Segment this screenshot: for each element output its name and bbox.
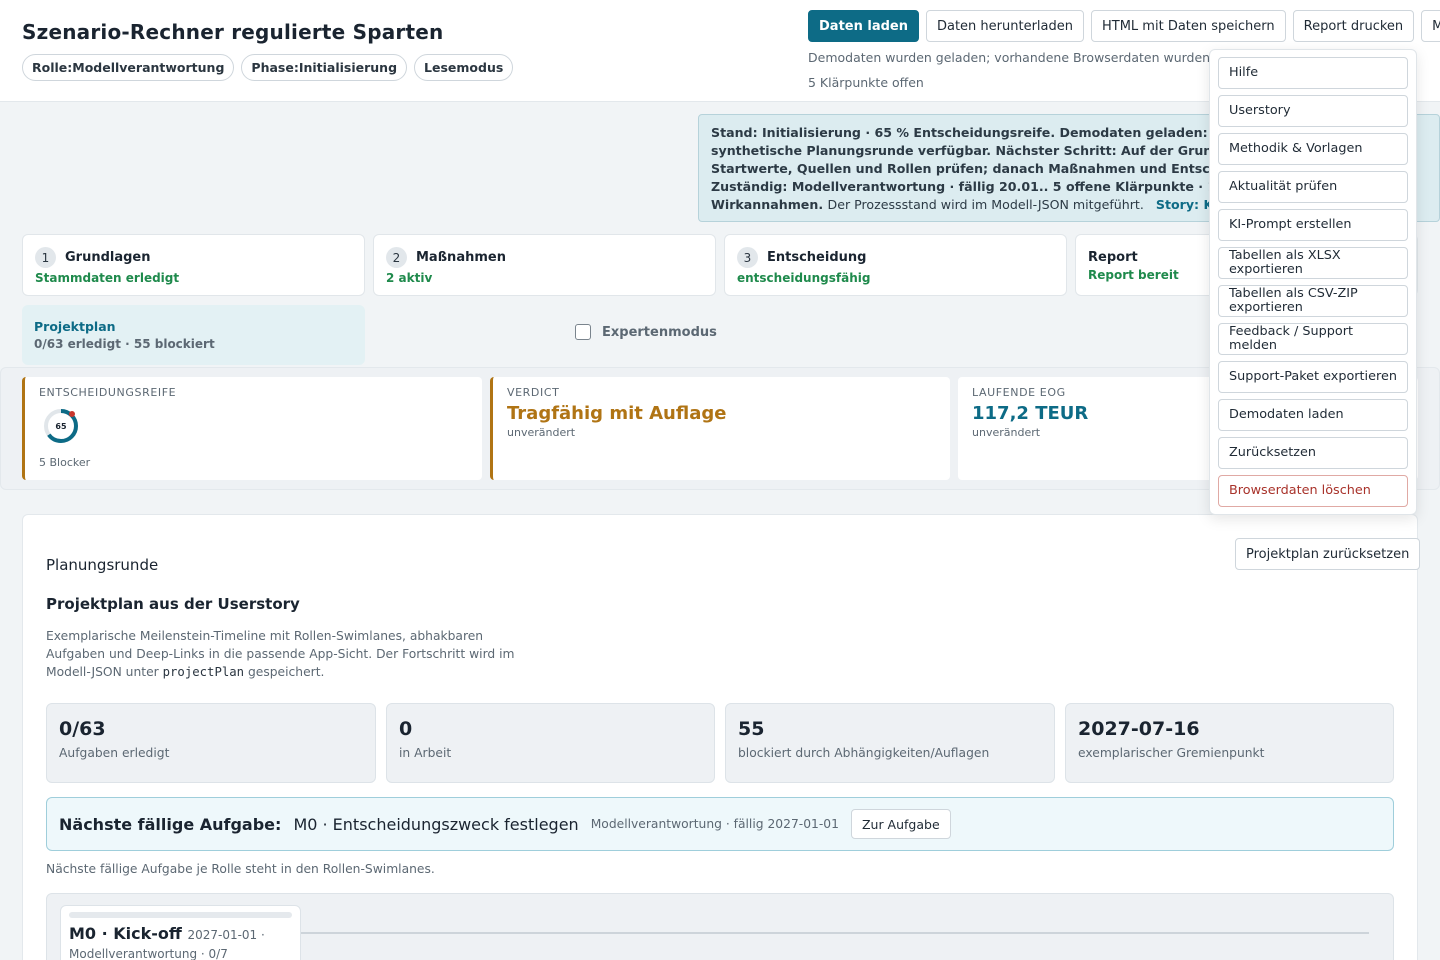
expert-mode-checkbox[interactable] <box>575 324 591 340</box>
milestone-name: M0 · Kick-off <box>69 924 182 943</box>
stat-committee-date: 2027-07-16 exemplarischer Gremienpunkt <box>1065 703 1394 783</box>
milestone-card[interactable]: M0 · Kick-off 2027-01-01 · Modellverantw… <box>60 905 301 960</box>
menu-item-feedback[interactable]: Feedback / Support melden <box>1218 323 1408 355</box>
kpi-label: Verdict <box>507 386 560 399</box>
menu-item-load-demo[interactable]: Demodaten laden <box>1218 399 1408 431</box>
status-line-5-bold: Wirkannahmen. <box>711 197 824 212</box>
menu-item-methodology[interactable]: Methodik & Vorlagen <box>1218 133 1408 165</box>
top-actions: Daten laden Daten herunterladen HTML mit… <box>808 10 1440 42</box>
print-report-button[interactable]: Report drucken <box>1292 10 1415 42</box>
load-status-text: Demodaten wurden geladen; vorhandene Bro… <box>808 50 1228 65</box>
go-to-task-button[interactable]: Zur Aufgabe <box>850 809 951 839</box>
planning-round-label: Planungsrunde <box>46 556 159 574</box>
step-title: Grundlagen <box>65 250 151 265</box>
more-dropdown-menu: Hilfe Userstory Methodik & Vorlagen Aktu… <box>1209 49 1417 515</box>
step-title: Report <box>1088 250 1138 265</box>
step-number: 2 <box>386 247 407 268</box>
project-plan-title: Projektplan <box>34 319 116 334</box>
milestone-progress-bar <box>69 912 292 918</box>
project-plan-heading: Projektplan aus der Userstory <box>46 595 300 613</box>
step-status: entscheidungsfähig <box>737 271 871 285</box>
expert-mode-label: Expertenmodus <box>602 324 717 340</box>
milestone-meta: Modellverantwortung · 0/7 <box>69 947 228 960</box>
stat-label: blockiert durch Abhängigkeiten/Auflagen <box>738 746 990 760</box>
swimlane-note: Nächste fällige Aufgabe je Rolle steht i… <box>46 862 435 876</box>
stat-blocked: 55 blockiert durch Abhängigkeiten/Auflag… <box>725 703 1055 783</box>
reset-project-plan-button[interactable]: Projektplan zurücksetzen <box>1235 538 1421 570</box>
stat-value: 0 <box>399 718 413 740</box>
menu-item-support-package[interactable]: Support-Paket exportieren <box>1218 361 1408 393</box>
menu-item-export-csv[interactable]: Tabellen als CSV-ZIP exportieren <box>1218 285 1408 317</box>
expert-mode-toggle[interactable]: Expertenmodus <box>575 324 717 340</box>
next-task-meta: Modellverantwortung · fällig 2027-01-01 <box>590 817 839 831</box>
desc-code: projectPlan <box>162 665 245 679</box>
milestone-date: 2027-01-01 · <box>187 928 265 942</box>
kpi-readiness: Entscheidungsreife 65 5 Blocker <box>22 377 482 480</box>
project-plan-tab[interactable]: Projektplan 0/63 erledigt · 55 blockiert <box>22 305 365 365</box>
project-plan-summary: 0/63 erledigt · 55 blockiert <box>34 337 215 351</box>
step-status: Stammdaten erledigt <box>35 271 180 285</box>
stat-label: exemplarischer Gremienpunkt <box>1078 746 1265 760</box>
step-title: Maßnahmen <box>416 250 506 265</box>
menu-item-check-currency[interactable]: Aktualität prüfen <box>1218 171 1408 203</box>
status-line-5-normal: Der Prozessstand wird im Modell-JSON mit… <box>827 197 1144 212</box>
stat-label: in Arbeit <box>399 746 452 760</box>
readiness-gauge-value: 65 <box>55 422 67 431</box>
menu-item-reset[interactable]: Zurücksetzen <box>1218 437 1408 469</box>
open-points-text: 5 Klärpunkte offen <box>808 75 924 90</box>
next-task-title: M0 · Entscheidungszweck festlegen <box>293 814 579 834</box>
kpi-sub: unverändert <box>507 426 576 439</box>
role-chip[interactable]: Rolle:Modellverantwortung <box>22 54 235 81</box>
kpi-value: Tragfähig mit Auflage <box>507 403 727 424</box>
next-task-label: Nächste fällige Aufgabe: <box>59 814 282 834</box>
step-number: 1 <box>35 247 56 268</box>
app-title: Szenario-Rechner regulierte Sparten <box>22 20 444 44</box>
desc-text-end: gespeichert. <box>244 665 325 679</box>
save-html-button[interactable]: HTML mit Daten speichern <box>1091 10 1286 42</box>
load-data-button[interactable]: Daten laden <box>808 10 919 42</box>
phase-chip[interactable]: Phase:Initialisierung <box>241 54 408 81</box>
readiness-gauge: 65 <box>44 409 78 443</box>
menu-item-export-xlsx[interactable]: Tabellen als XLSX exportieren <box>1218 247 1408 279</box>
stat-label: Aufgaben erledigt <box>59 746 170 760</box>
step-grundlagen[interactable]: 1 Grundlagen Stammdaten erledigt <box>22 234 365 296</box>
menu-item-clear-browser-data[interactable]: Browserdaten löschen <box>1218 475 1408 507</box>
timeline-line <box>297 932 1369 934</box>
stat-done: 0/63 Aufgaben erledigt <box>46 703 376 783</box>
project-plan-description: Exemplarische Meilenstein-Timeline mit R… <box>46 627 546 681</box>
next-task-banner: Nächste fällige Aufgabe: M0 · Entscheidu… <box>46 797 1394 851</box>
kpi-verdict: Verdict Tragfähig mit Auflage unveränder… <box>490 377 950 480</box>
role-swimlane: M0 · Kick-off 2027-01-01 · Modellverantw… <box>46 893 1394 960</box>
more-menu-button[interactable]: Mehr <box>1421 10 1440 42</box>
context-chips: Rolle:Modellverantwortung Phase:Initiali… <box>22 54 514 81</box>
step-title: Entscheidung <box>767 250 867 265</box>
step-status: 2 aktiv <box>386 271 433 285</box>
mode-chip[interactable]: Lesemodus <box>414 54 514 81</box>
menu-item-userstory[interactable]: Userstory <box>1218 95 1408 127</box>
menu-item-help[interactable]: Hilfe <box>1218 57 1408 89</box>
step-entscheidung[interactable]: 3 Entscheidung entscheidungsfähig <box>724 234 1067 296</box>
menu-item-ai-prompt[interactable]: KI-Prompt erstellen <box>1218 209 1408 241</box>
kpi-label: Entscheidungsreife <box>39 386 177 399</box>
download-data-button[interactable]: Daten herunterladen <box>925 10 1084 42</box>
stat-in-progress: 0 in Arbeit <box>386 703 715 783</box>
stat-value: 0/63 <box>59 718 106 740</box>
step-number: 3 <box>737 247 758 268</box>
step-massnahmen[interactable]: 2 Maßnahmen 2 aktiv <box>373 234 716 296</box>
stat-value: 55 <box>738 718 765 740</box>
stat-value: 2027-07-16 <box>1078 718 1200 740</box>
kpi-foot: 5 Blocker <box>39 456 91 469</box>
milestone-title: M0 · Kick-off 2027-01-01 · <box>69 924 292 943</box>
